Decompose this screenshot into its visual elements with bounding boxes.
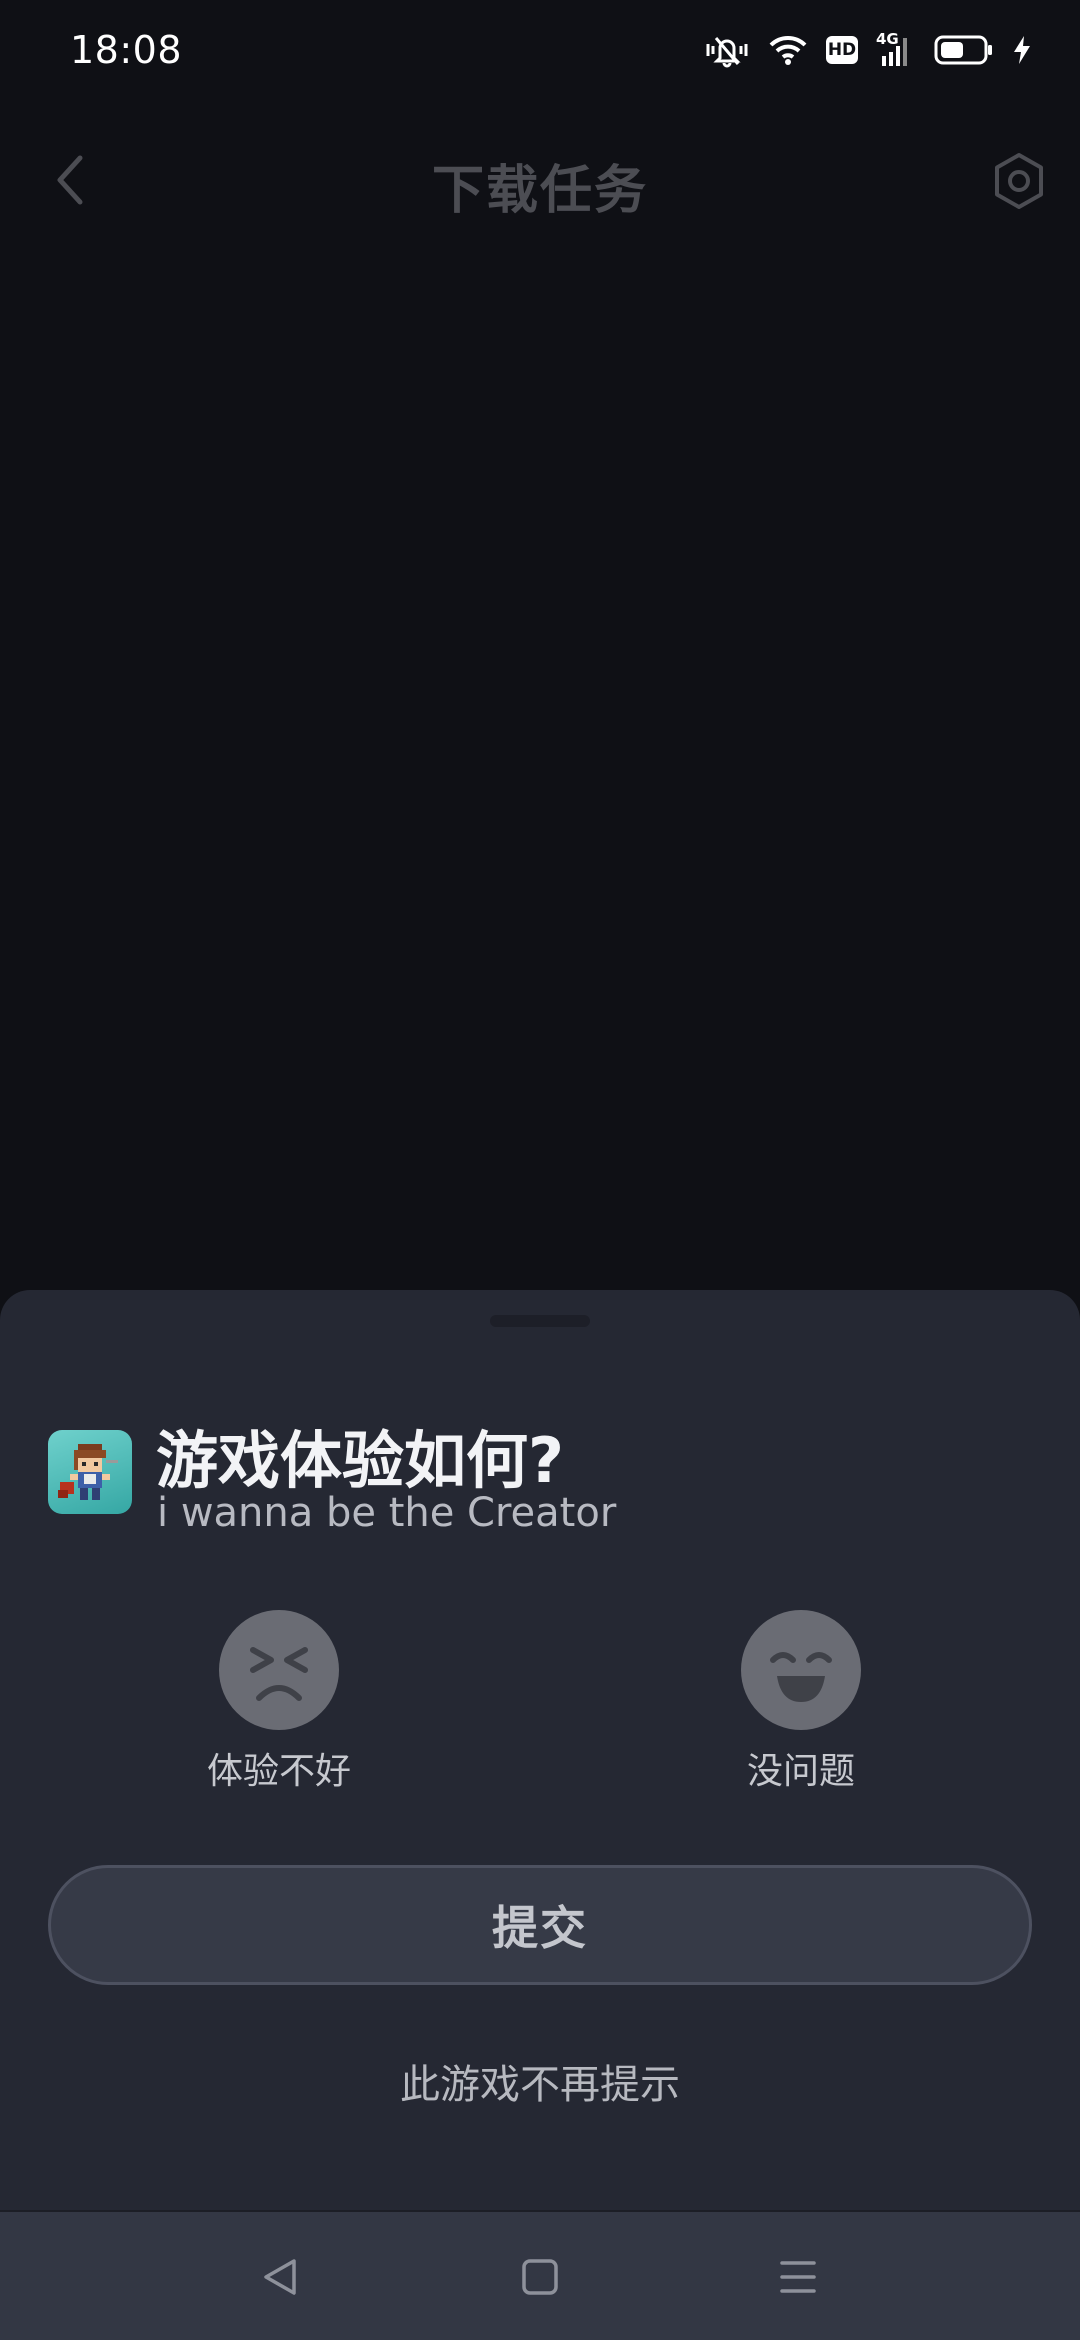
happy-face-icon: [741, 1610, 861, 1730]
rating-bad-label: 体验不好: [206, 1751, 351, 1792]
hd-icon: HD: [826, 36, 858, 64]
sheet-drag-handle[interactable]: [490, 1315, 590, 1327]
status-icons: HD 4G: [704, 30, 1032, 68]
sheet-title: 游戏体验如何?: [156, 1424, 564, 1497]
rating-bad-button[interactable]: 体验不好: [179, 1610, 379, 1794]
sad-face-icon: [219, 1610, 339, 1730]
signal-4g-icon: 4G: [876, 30, 916, 68]
navigation-bar: [0, 2210, 1080, 2340]
nav-back-button[interactable]: [248, 2245, 312, 2309]
rating-good-label: 没问题: [746, 1751, 855, 1792]
settings-button[interactable]: [984, 146, 1054, 216]
app-bar: 下载任务: [0, 130, 1080, 230]
nav-back-icon: [264, 2259, 296, 2295]
nav-menu-icon: [780, 2261, 816, 2293]
wifi-icon: [768, 34, 808, 66]
battery-icon: [934, 34, 994, 66]
feedback-sheet: 游戏体验如何? i wanna be the Creator 体验不好 没问题 …: [0, 1290, 1080, 2210]
status-time: 18:08: [70, 28, 183, 72]
screen: 18:08 HD 4G 下载任务 游戏体验如何? i wanna be the …: [0, 0, 1080, 2340]
page-title: 下载任务: [431, 161, 648, 221]
vibrate-mute-icon: [704, 32, 750, 68]
submit-button[interactable]: 提交: [48, 1865, 1032, 1985]
charging-bolt-icon: [1012, 34, 1032, 66]
status-bar: 18:08 HD 4G: [0, 0, 1080, 100]
game-name: i wanna be the Creator: [157, 1490, 617, 1536]
nav-home-button[interactable]: [508, 2245, 572, 2309]
gear-icon: [995, 153, 1043, 209]
nav-home-icon: [522, 2259, 558, 2295]
game-icon: [48, 1430, 132, 1514]
nav-menu-button[interactable]: [766, 2245, 830, 2309]
rating-good-button[interactable]: 没问题: [701, 1610, 901, 1794]
dont-remind-link[interactable]: 此游戏不再提示: [0, 2052, 1080, 2110]
